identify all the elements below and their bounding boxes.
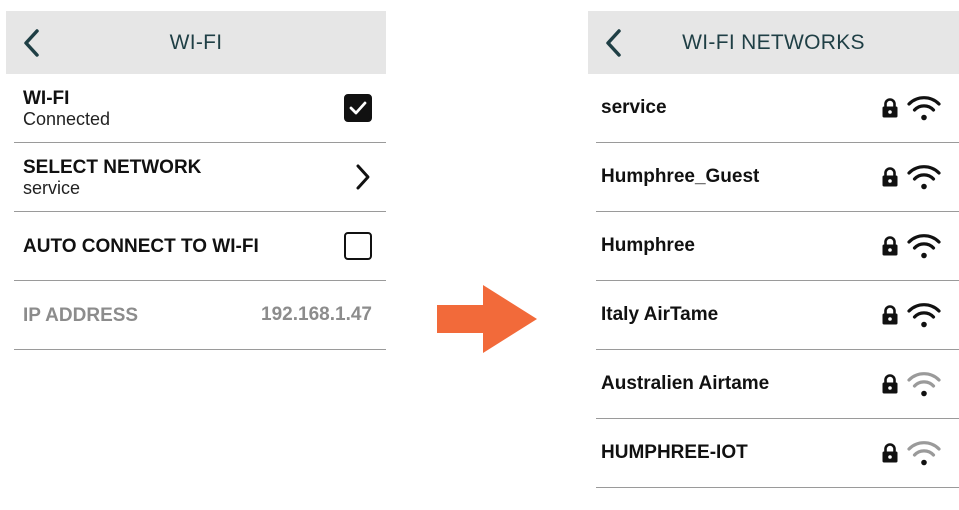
network-icons — [881, 94, 941, 122]
network-icons — [881, 232, 941, 260]
select-network-row[interactable]: SELECT NETWORK service — [14, 143, 386, 212]
wifi-signal-icon — [907, 372, 941, 397]
lock-icon — [882, 374, 898, 394]
network-icons — [881, 370, 941, 398]
auto-connect-row[interactable]: AUTO CONNECT TO WI-FI — [14, 212, 386, 281]
arrow-right-icon — [437, 285, 537, 353]
lock-icon — [882, 443, 898, 463]
network-list: service Humphree_Guest Humphree Italy Ai… — [588, 74, 959, 488]
network-name: Humphree_Guest — [601, 166, 760, 187]
network-icons — [881, 439, 941, 467]
auto-connect-checkbox[interactable] — [344, 232, 372, 260]
network-item[interactable]: service — [596, 74, 959, 143]
wifi-signal-icon — [907, 234, 941, 259]
network-item[interactable]: Humphree — [596, 212, 959, 281]
lock-icon — [882, 98, 898, 118]
wifi-toggle-row[interactable]: WI-FI Connected — [14, 74, 386, 143]
network-item[interactable]: Humphree_Guest — [596, 143, 959, 212]
network-icons — [881, 301, 941, 329]
wifi-signal-icon — [907, 165, 941, 190]
page-title: WI-FI NETWORKS — [682, 30, 865, 54]
page-title: WI-FI — [169, 30, 223, 54]
ip-address-row: IP ADDRESS 192.168.1.47 — [14, 281, 386, 350]
network-item[interactable]: Italy AirTame — [596, 281, 959, 350]
network-name: Italy AirTame — [601, 304, 719, 325]
network-name: Humphree — [601, 235, 695, 256]
chevron-left-icon — [606, 28, 621, 57]
network-icons — [881, 163, 941, 191]
network-name: service — [601, 97, 667, 118]
wifi-status: Connected — [23, 108, 111, 129]
network-item[interactable]: Australien Airtame — [596, 350, 959, 419]
wifi-signal-icon — [907, 96, 941, 121]
back-button[interactable] — [18, 26, 44, 60]
select-network-label: SELECT NETWORK — [23, 156, 202, 178]
wifi-networks-screen: WI-FI NETWORKS service Humphree_Guest Hu… — [588, 11, 959, 488]
lock-icon — [882, 305, 898, 325]
network-item[interactable]: HUMPHREE-IOT — [596, 419, 959, 488]
lock-icon — [882, 167, 898, 187]
network-name: Australien Airtame — [601, 373, 770, 394]
network-name: HUMPHREE-IOT — [601, 442, 748, 463]
ip-address-value: 192.168.1.47 — [261, 304, 372, 325]
lock-icon — [882, 236, 898, 256]
wifi-checkbox[interactable] — [344, 94, 372, 122]
ip-address-label: IP ADDRESS — [23, 304, 139, 326]
auto-connect-label: AUTO CONNECT TO WI-FI — [23, 235, 259, 257]
back-button[interactable] — [600, 26, 626, 60]
chevron-right-icon — [356, 164, 370, 190]
wifi-signal-icon — [907, 441, 941, 466]
wifi-label: WI-FI — [23, 87, 70, 109]
selected-network-name: service — [23, 177, 81, 198]
checkmark-icon — [349, 101, 367, 115]
wifi-signal-icon — [907, 303, 941, 328]
wifi-header: WI-FI — [6, 11, 386, 74]
networks-header: WI-FI NETWORKS — [588, 11, 959, 74]
chevron-left-icon — [24, 28, 39, 57]
wifi-settings-screen: WI-FI WI-FI Connected SELECT NETWORK ser… — [6, 11, 386, 350]
